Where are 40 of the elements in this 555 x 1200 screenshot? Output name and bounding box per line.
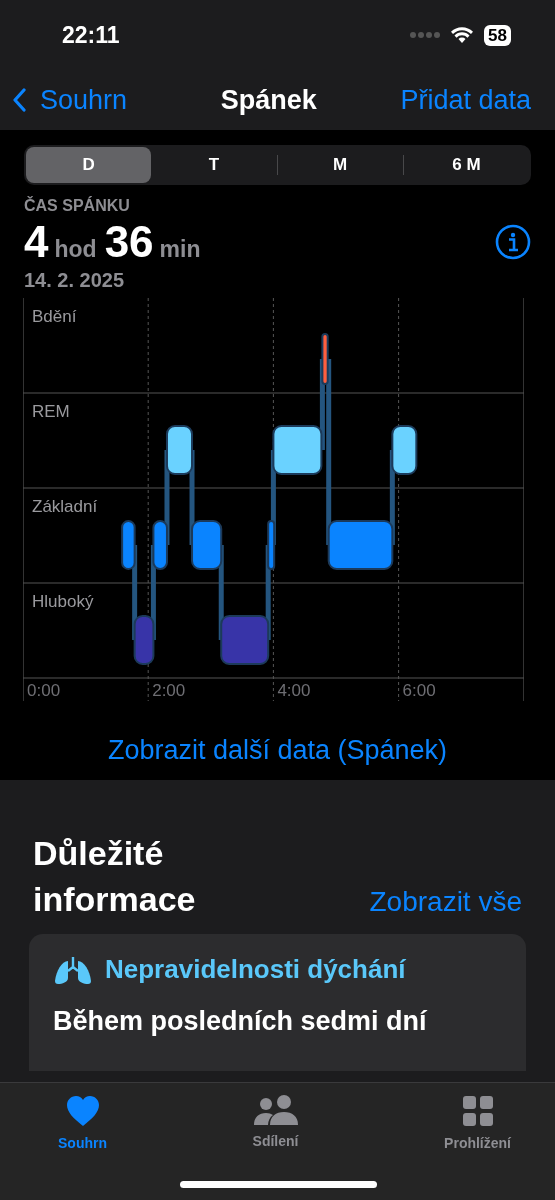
chevron-left-icon [12,88,26,112]
signal-icon [410,31,441,39]
highlight-card[interactable]: Nepravidelnosti dýchání Během posledních sedmi dní [29,934,526,1071]
axis-label: 6:00 [402,681,436,700]
tab-bar-item[interactable]: Souhrn [58,1095,107,1157]
grid-icon [461,1095,494,1127]
section-title: Důležité informace [33,833,197,920]
tab-bar-item[interactable]: Sdílení [252,1095,299,1157]
stage-label: REM [32,402,70,421]
axis-label: 0:00 [27,681,61,700]
status-time: 22:11 [62,21,120,49]
info-icon[interactable] [495,224,531,260]
minutes-value: 36 [104,217,154,267]
people-icon [252,1095,299,1125]
screen-title: Spánek [220,84,317,116]
period-tab[interactable]: D [26,147,152,183]
tab-bar-item[interactable]: Prohlížení [444,1095,511,1157]
period-tab[interactable]: T [151,147,277,183]
hours-unit: hod [54,236,97,263]
back-button[interactable]: Souhrn [12,84,128,116]
stage-label: Hluboký [32,592,94,611]
summary-label: ČAS SPÁNKU [24,197,131,215]
summary-date: 14. 2. 2025 [24,269,126,292]
battery-level: 58 [484,24,511,46]
stage-label: Bdění [32,307,77,326]
axis-label: 4:00 [277,681,311,700]
period-tab[interactable]: 6 M [402,155,529,175]
lungs-icon [53,954,93,985]
wifi-icon [450,26,475,44]
stage-label: Základní [32,497,98,516]
more-data-link[interactable]: Zobrazit další data (Spánek) [107,735,448,766]
add-data-button[interactable]: Přidat data [400,84,531,116]
card-title: Nepravidelnosti dýchání [105,954,406,985]
period-tab[interactable]: M [276,155,403,175]
hours-value: 4 [24,217,49,267]
show-all-link[interactable]: Zobrazit vše [369,886,522,918]
axis-label: 2:00 [152,681,186,700]
card-text: Během posledních sedmi dní [53,1005,428,1038]
minutes-unit: min [159,236,201,263]
heart-icon [65,1095,100,1127]
